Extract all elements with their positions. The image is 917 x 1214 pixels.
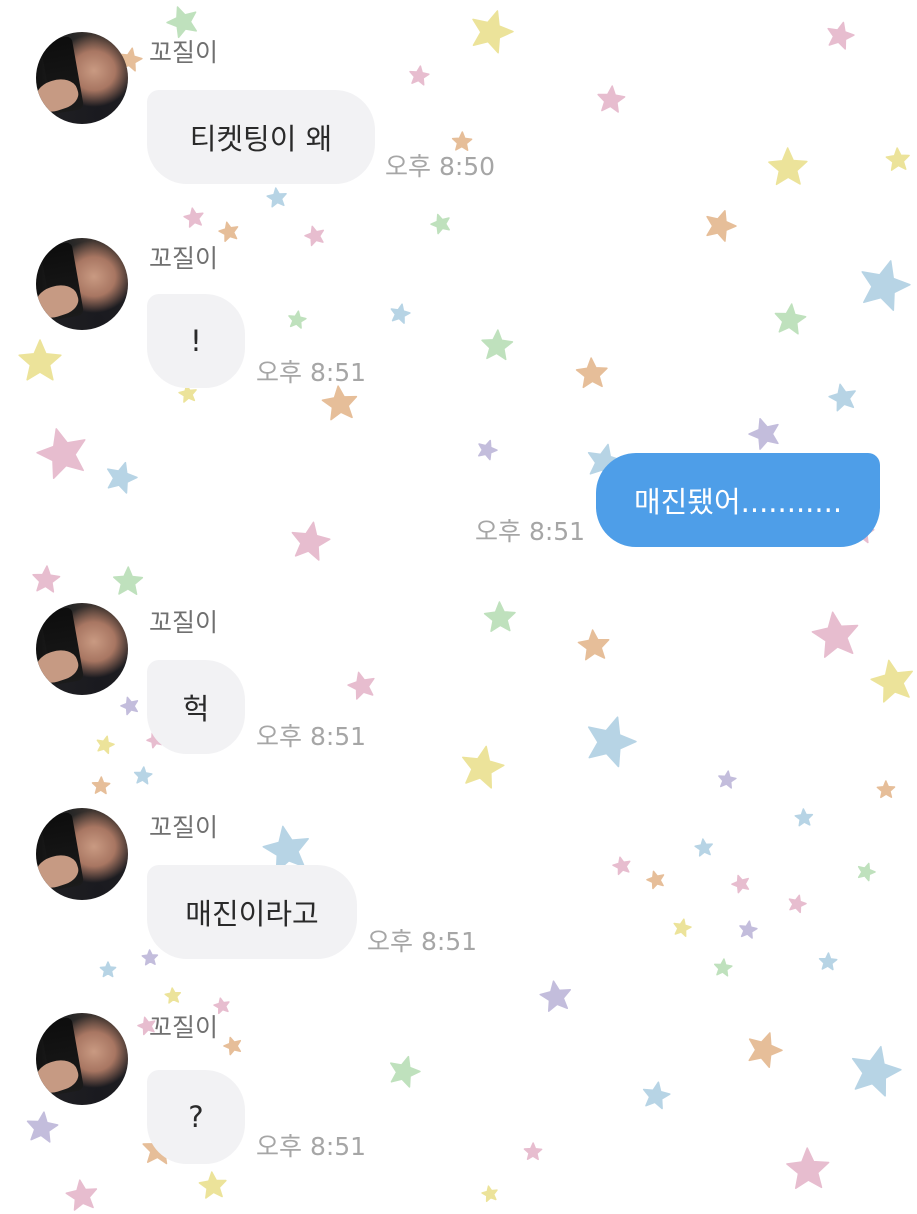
star-decoration [523, 1142, 543, 1161]
star-decoration [645, 869, 667, 891]
star-decoration [320, 384, 360, 424]
message-bubble-incoming[interactable]: 매진이라고 [147, 865, 357, 959]
star-decoration [451, 131, 473, 153]
star-decoration [823, 19, 857, 53]
star-decoration [730, 873, 753, 896]
star-decoration [700, 206, 740, 246]
star-decoration [101, 458, 141, 498]
star-decoration [867, 656, 917, 708]
star-decoration [640, 1080, 672, 1112]
star-decoration [182, 206, 205, 229]
star-decoration [785, 1147, 831, 1193]
star-decoration [481, 1185, 500, 1204]
avatar[interactable] [36, 603, 128, 695]
star-decoration [198, 1171, 228, 1201]
star-decoration [768, 147, 809, 189]
star-decoration [456, 742, 508, 794]
sender-name: 꼬질이 [149, 1013, 219, 1042]
sender-name: 꼬질이 [149, 244, 219, 273]
star-decoration [480, 329, 514, 363]
star-decoration [287, 310, 308, 331]
star-decoration [222, 1035, 245, 1058]
star-decoration [18, 339, 62, 384]
star-decoration [876, 780, 896, 799]
star-decoration [217, 220, 241, 244]
avatar[interactable] [36, 1013, 128, 1105]
star-decoration [772, 302, 807, 337]
star-decoration [31, 565, 61, 595]
star-decoration [99, 961, 117, 978]
star-decoration [713, 958, 733, 978]
star-decoration [818, 952, 838, 972]
star-decoration [464, 5, 519, 60]
star-decoration [575, 357, 609, 391]
message-time: 오후 8:51 [367, 927, 478, 956]
star-decoration [64, 1178, 100, 1214]
avatar[interactable] [36, 808, 128, 900]
star-decoration [384, 1052, 424, 1092]
star-decoration [94, 734, 116, 756]
star-decoration [164, 987, 182, 1005]
star-decoration [852, 254, 916, 318]
star-decoration [428, 211, 453, 236]
star-decoration [31, 422, 95, 486]
star-decoration [786, 893, 808, 915]
star-decoration [794, 808, 814, 827]
star-decoration [113, 566, 144, 598]
star-decoration [855, 861, 878, 884]
star-decoration [408, 65, 431, 88]
star-decoration [671, 917, 692, 938]
star-decoration [287, 519, 333, 565]
avatar[interactable] [36, 238, 128, 330]
star-decoration [809, 609, 863, 663]
star-decoration [717, 770, 737, 790]
star-decoration [483, 601, 516, 634]
star-decoration [885, 147, 911, 173]
star-decoration [303, 224, 328, 249]
sender-name: 꼬질이 [149, 38, 219, 67]
star-decoration [577, 629, 612, 664]
star-decoration [826, 381, 859, 414]
message-bubble-incoming[interactable]: ! [147, 294, 245, 388]
message-bubble-incoming[interactable]: ? [147, 1070, 245, 1164]
star-decoration [474, 437, 499, 462]
message-bubble-outgoing[interactable]: 매진됐어........... [596, 453, 880, 547]
star-decoration [738, 920, 759, 941]
star-decoration [745, 414, 785, 454]
star-decoration [345, 669, 379, 703]
star-decoration [119, 695, 141, 717]
star-decoration [844, 1041, 906, 1103]
star-decoration [91, 776, 111, 796]
message-time: 오후 8:51 [256, 722, 367, 751]
star-decoration [578, 710, 643, 775]
message-bubble-incoming[interactable]: 헉 [147, 660, 245, 754]
star-decoration [162, 1, 203, 42]
sender-name: 꼬질이 [149, 608, 219, 637]
message-time: 오후 8:51 [256, 358, 367, 387]
message-bubble-incoming[interactable]: 티켓팅이 왜 [147, 90, 375, 184]
message-time: 오후 8:51 [475, 517, 586, 546]
star-decoration [596, 85, 626, 115]
star-decoration [611, 855, 633, 877]
sender-name: 꼬질이 [149, 813, 219, 842]
star-decoration [141, 949, 159, 967]
star-decoration [133, 766, 153, 786]
message-time: 오후 8:50 [385, 152, 496, 181]
star-decoration [266, 187, 288, 209]
avatar[interactable] [36, 32, 128, 124]
message-time: 오후 8:51 [256, 1132, 367, 1161]
star-decoration [24, 1110, 60, 1146]
star-decoration [741, 1027, 787, 1073]
star-decoration [538, 979, 575, 1016]
star-decoration [388, 302, 412, 326]
star-decoration [694, 838, 714, 858]
